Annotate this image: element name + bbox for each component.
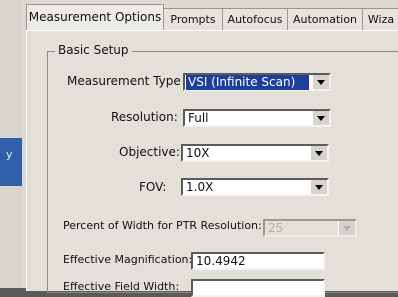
effective-magnification-value: 10.4942 — [196, 254, 246, 268]
resolution-label: Resolution: — [111, 110, 178, 124]
chevron-down-icon[interactable] — [310, 146, 327, 160]
objective-label: Objective: — [119, 145, 180, 159]
measurement-type-label: Measurement Type — [67, 74, 181, 88]
left-selection-strip: y — [0, 138, 22, 186]
effective-field-width-field — [191, 279, 325, 297]
chevron-down-icon — [338, 221, 355, 235]
objective-dropdown[interactable]: 10X — [181, 144, 329, 162]
resolution-value: Full — [188, 111, 209, 125]
options-dialog: Measurement Options Prompts Autofocus Au… — [22, 0, 398, 297]
ptr-resolution-value: 25 — [268, 221, 284, 235]
left-strip-glyph: y — [6, 148, 13, 161]
resolution-dropdown[interactable]: Full — [183, 109, 331, 127]
tab-bar: Measurement Options Prompts Autofocus Au… — [22, 0, 398, 31]
chevron-down-icon[interactable] — [312, 111, 329, 125]
measurement-options-panel: Basic Setup Measurement Type VSI (Infini… — [26, 30, 398, 297]
effective-field-width-label: Effective Field Width: — [63, 280, 180, 293]
measurement-type-value: VSI (Infinite Scan) — [186, 75, 310, 90]
tab-measurement-options[interactable]: Measurement Options — [26, 4, 164, 31]
tab-wizard[interactable]: Wiza — [362, 8, 398, 31]
measurement-type-dropdown[interactable]: VSI (Infinite Scan) — [183, 73, 331, 91]
tab-prompts[interactable]: Prompts — [163, 8, 223, 31]
chevron-down-icon[interactable] — [312, 75, 329, 89]
effective-magnification-field: 10.4942 — [191, 252, 325, 270]
tab-autofocus[interactable]: Autofocus — [222, 8, 288, 31]
fov-label: FOV: — [139, 180, 167, 194]
fov-dropdown[interactable]: 1.0X — [181, 178, 329, 196]
effective-magnification-label: Effective Magnification: — [63, 253, 193, 266]
objective-value: 10X — [186, 146, 210, 160]
basic-setup-title: Basic Setup — [55, 43, 132, 57]
ptr-resolution-dropdown: 25 — [263, 219, 357, 237]
chevron-down-icon[interactable] — [310, 180, 327, 194]
tab-automation[interactable]: Automation — [287, 8, 363, 31]
fov-value: 1.0X — [186, 180, 214, 194]
ptr-resolution-label: Percent of Width for PTR Resolution: — [63, 219, 262, 232]
